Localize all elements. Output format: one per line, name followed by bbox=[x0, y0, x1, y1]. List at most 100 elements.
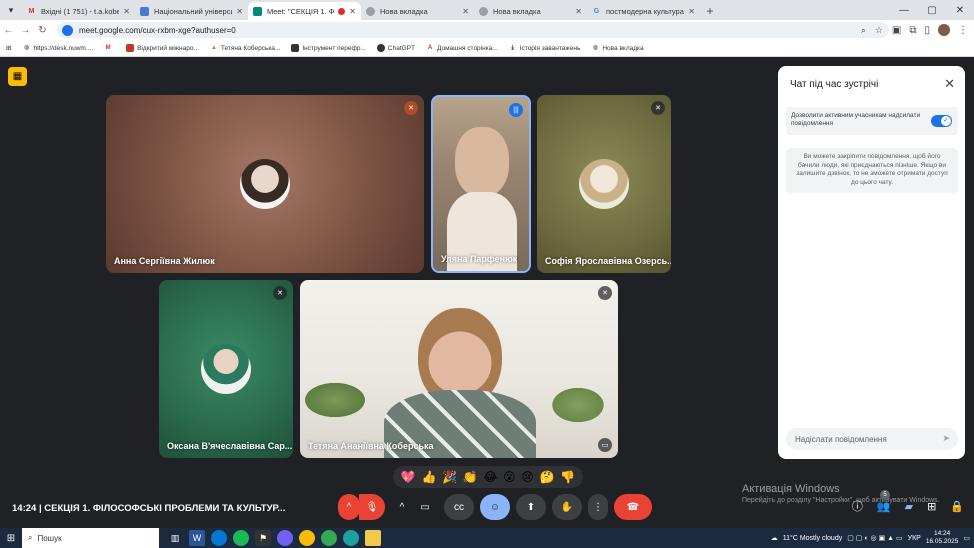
tab-new-2[interactable]: Нова вкладка ✕ bbox=[474, 2, 587, 20]
taskbar-search[interactable]: ⌕ Пошук bbox=[22, 528, 159, 548]
back-icon[interactable]: ← bbox=[0, 25, 17, 36]
close-icon[interactable]: ✕ bbox=[349, 7, 356, 16]
viber-icon[interactable] bbox=[277, 530, 293, 546]
close-icon[interactable]: ✕ bbox=[688, 7, 695, 16]
emoji-icon: ☺ bbox=[489, 501, 501, 513]
chatgpt-icon bbox=[376, 44, 385, 52]
extensions-puzzle-icon[interactable]: ⧉ bbox=[909, 25, 916, 36]
participant-tile[interactable]: ✕ Анна Сергіївна Жилюк bbox=[106, 95, 424, 273]
minimize-icon[interactable]: — bbox=[890, 0, 918, 20]
camera-toggle-button[interactable]: ▭ bbox=[412, 494, 438, 520]
pip-icon[interactable]: ▭ bbox=[598, 438, 612, 452]
avatar[interactable] bbox=[938, 24, 950, 36]
chat-icon[interactable]: ▰ bbox=[905, 500, 913, 513]
info-icon[interactable]: ⓘ bbox=[852, 498, 863, 514]
edge-icon[interactable] bbox=[343, 530, 359, 546]
bookmark-item[interactable]: ▲ Тетяна Коберська... bbox=[210, 44, 280, 52]
raise-hand-button[interactable]: ✋ bbox=[552, 494, 582, 520]
app-icon[interactable]: ⚑ bbox=[255, 530, 271, 546]
address-bar[interactable]: meet.google.com/cux-rxbm-xge?authuser=0 … bbox=[57, 22, 889, 38]
forward-icon[interactable]: → bbox=[17, 25, 34, 36]
tab-gmail[interactable]: M Вхідні (1 751) - t.a.koberska@... ✕ bbox=[22, 2, 135, 20]
spotify-icon[interactable] bbox=[233, 530, 249, 546]
taskbar-clock[interactable]: 14:24 16.05.2025 bbox=[926, 530, 959, 546]
bookmark-item[interactable]: ◍ Нова вкладка bbox=[591, 44, 644, 52]
tray-icons[interactable]: ▢ ▢ ◐ ◎ ▣ ▲ ▭ bbox=[847, 534, 902, 542]
laugh-reaction-button[interactable]: 😂 bbox=[483, 470, 497, 484]
windows-start-icon[interactable]: ⊞ bbox=[0, 528, 22, 548]
captions-button[interactable]: cc bbox=[444, 494, 474, 520]
tab-university[interactable]: Національний університет вод... ✕ bbox=[135, 2, 248, 20]
thinking-reaction-button[interactable]: 🤔 bbox=[540, 470, 555, 484]
bookmark-label: ChatGPT bbox=[387, 44, 415, 52]
people-icon[interactable]: 👥 bbox=[877, 500, 891, 513]
send-icon[interactable]: ➤ bbox=[942, 433, 950, 444]
chrome-icon[interactable] bbox=[321, 530, 337, 546]
audio-options-button[interactable]: ^ bbox=[338, 494, 360, 520]
bookmark-item[interactable]: ChatGPT bbox=[376, 44, 415, 52]
host-controls-icon[interactable]: 🔒 bbox=[950, 500, 964, 513]
bookmark-item[interactable]: Інструмент перефр... bbox=[291, 44, 366, 52]
bookmark-item[interactable]: M bbox=[104, 44, 115, 52]
participant-tile[interactable]: ||| Уляна Парфенюк bbox=[431, 95, 531, 273]
mic-off-icon: ✕ bbox=[273, 286, 287, 300]
tab-meet[interactable]: Meet: "СЕКЦІЯ 1. ФІЛОСОФ... ✕ bbox=[248, 2, 361, 20]
new-tab-button[interactable]: + bbox=[700, 2, 720, 20]
close-icon[interactable]: ✕ bbox=[123, 7, 130, 16]
close-window-icon[interactable]: ✕ bbox=[946, 0, 974, 20]
language-indicator[interactable]: УКР bbox=[908, 535, 921, 542]
participant-tile[interactable]: ✕ Софія Ярославівна Озерсь... bbox=[537, 95, 671, 273]
word-icon[interactable]: W bbox=[189, 530, 205, 546]
task-view-icon[interactable]: ▥ bbox=[167, 530, 183, 546]
site-info-icon[interactable] bbox=[62, 24, 73, 36]
mic-toggle-button[interactable]: 🎙 bbox=[359, 494, 385, 520]
reactions-button[interactable]: ☺ bbox=[480, 494, 510, 520]
heart-reaction-button[interactable]: 💖 bbox=[401, 470, 416, 484]
video-options-button[interactable]: ^ bbox=[391, 494, 413, 520]
more-menu-icon[interactable]: ⋮ bbox=[958, 25, 968, 36]
more-options-button[interactable]: ⋮ bbox=[588, 494, 608, 520]
bookmark-item[interactable]: A Домашня сторінка... bbox=[426, 44, 498, 52]
thumbs-down-reaction-button[interactable]: 👎 bbox=[560, 470, 575, 484]
close-icon[interactable]: ✕ bbox=[944, 76, 955, 92]
file-explorer-icon[interactable] bbox=[365, 530, 381, 546]
thumbs-up-reaction-button[interactable]: 👍 bbox=[421, 470, 436, 484]
close-icon[interactable]: ✕ bbox=[575, 7, 582, 16]
bookmark-item[interactable]: ⤓ Історія завантажень bbox=[509, 44, 581, 52]
window-controls: — ▢ ✕ bbox=[890, 0, 974, 20]
notifications-icon[interactable]: ▭ bbox=[963, 534, 970, 542]
chrome-icon[interactable] bbox=[299, 530, 315, 546]
bookmark-item[interactable]: ◍ https://desk.nuwm.... bbox=[22, 44, 93, 52]
maximize-icon[interactable]: ▢ bbox=[918, 0, 946, 20]
zoom-icon[interactable]: ⌕ bbox=[861, 25, 866, 36]
sidebar-icon[interactable]: ▯ bbox=[924, 25, 930, 36]
tab-google-search[interactable]: G постмодерна культура вка все... ✕ bbox=[587, 2, 700, 20]
apps-grid-icon[interactable]: ⊞ bbox=[6, 44, 11, 52]
activities-icon[interactable]: ⊞ bbox=[927, 500, 936, 513]
bookmark-label: Історія завантажень bbox=[519, 44, 581, 52]
bookmark-star-icon[interactable]: ☆ bbox=[875, 25, 883, 36]
weather-text[interactable]: 11°C Mostly cloudy bbox=[783, 535, 842, 542]
tab-new-1[interactable]: Нова вкладка ✕ bbox=[361, 2, 474, 20]
meeting-activity-icon[interactable]: ▦ bbox=[8, 67, 27, 86]
allow-messages-toggle[interactable] bbox=[931, 115, 952, 127]
system-tray: ☁ 11°C Mostly cloudy ▢ ▢ ◐ ◎ ▣ ▲ ▭ УКР 1… bbox=[771, 528, 970, 548]
surprised-reaction-button[interactable]: 😮 bbox=[503, 470, 516, 484]
clap-reaction-button[interactable]: 👏 bbox=[463, 470, 478, 484]
message-input[interactable]: Надіслати повідомлення ➤ bbox=[786, 428, 958, 450]
extension-icon[interactable]: ▣ bbox=[892, 25, 901, 36]
leave-call-button[interactable]: ☎ bbox=[614, 494, 652, 520]
edge-icon[interactable] bbox=[211, 530, 227, 546]
close-icon[interactable]: ✕ bbox=[462, 7, 469, 16]
sad-reaction-button[interactable]: 😢 bbox=[521, 470, 534, 484]
reload-icon[interactable]: ↻ bbox=[34, 25, 51, 36]
bookmark-item[interactable]: Відкритий міжнаро... bbox=[126, 44, 199, 52]
present-button[interactable]: ⬆ bbox=[516, 494, 546, 520]
participant-tile[interactable]: ✕ ▭ Тетяна Ананіївна Коберська bbox=[300, 280, 618, 458]
party-reaction-button[interactable]: 🎉 bbox=[442, 470, 457, 484]
bookmark-label: Нова вкладка bbox=[602, 44, 644, 52]
participant-tile[interactable]: ✕ Оксана В'ячеславівна Сар... bbox=[159, 280, 293, 458]
tab-search-icon[interactable]: ▾ bbox=[0, 0, 22, 20]
close-icon[interactable]: ✕ bbox=[236, 7, 243, 16]
weather-icon[interactable]: ☁ bbox=[771, 534, 778, 542]
